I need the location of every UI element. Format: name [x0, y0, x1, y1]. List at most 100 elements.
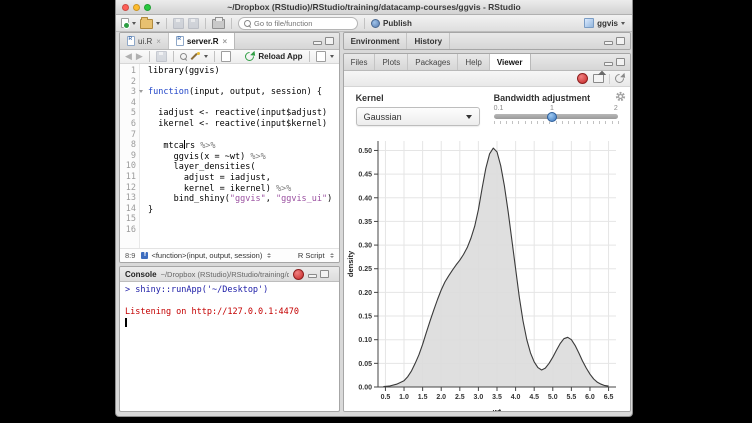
console-line: Listening on http://127.0.0.1:4470 [125, 307, 339, 318]
pane-buttons [313, 33, 334, 49]
code-token: %>% [276, 184, 291, 194]
line-number: 9 [120, 151, 136, 162]
x-tick-label: 3.5 [492, 394, 502, 401]
envtab-history[interactable]: History [407, 33, 450, 49]
kernel-select[interactable]: Gaussian [356, 107, 480, 126]
ftab-help[interactable]: Help [458, 54, 489, 70]
viewer-content: Kernel Gaussian Bandwidth adjustment [344, 87, 630, 411]
updown-icon [330, 253, 334, 258]
y-tick-label: 0.35 [358, 219, 372, 226]
minimize-pane-icon[interactable] [308, 274, 317, 278]
code-lines: library(ggvis) function(input, output, s… [140, 64, 339, 248]
close-icon[interactable]: × [156, 37, 161, 46]
tab-label: Environment [351, 37, 400, 46]
toolbar-separator [364, 18, 365, 29]
save-button[interactable] [173, 18, 184, 29]
stop-icon[interactable] [293, 269, 304, 280]
x-tick-label: 5.5 [566, 394, 576, 401]
line-number: 3 [120, 87, 136, 98]
x-tick-label: 5.0 [547, 394, 557, 401]
chevron-down-icon [466, 115, 472, 119]
envtab-environment[interactable]: Environment [344, 33, 408, 49]
goto-file-function-input[interactable] [254, 19, 352, 28]
maximize-pane-icon[interactable] [616, 58, 625, 66]
refresh-viewer-icon[interactable] [613, 72, 626, 85]
project-cube-icon [584, 18, 594, 28]
maximize-pane-icon[interactable] [325, 37, 334, 45]
line-number: 12 [120, 183, 136, 194]
publish-icon [371, 19, 380, 28]
compile-report-icon[interactable] [221, 51, 231, 62]
find-replace-icon[interactable] [180, 53, 187, 60]
ftab-viewer[interactable]: Viewer [490, 54, 531, 70]
main-toolbar: Publish ggvis [116, 15, 632, 32]
code-tools-wand-icon[interactable] [191, 52, 200, 61]
slider-tick [599, 121, 600, 124]
code-line: ggvis(x = ~wt) %>% [148, 152, 339, 163]
slider-tick [531, 121, 532, 124]
x-tick-label: 1.5 [417, 394, 427, 401]
maximize-pane-icon[interactable] [616, 37, 625, 45]
tab-label: server.R [187, 37, 219, 46]
console-output[interactable]: > shiny::runApp('~/Desktop') Listening o… [120, 282, 339, 411]
fold-caret-icon[interactable] [139, 90, 143, 93]
close-icon[interactable]: × [223, 37, 228, 46]
cursor-position: 8:9 [125, 251, 135, 260]
chevron-down-icon [156, 22, 160, 25]
goto-file-function-box[interactable] [238, 17, 358, 30]
ftab-plots[interactable]: Plots [375, 54, 408, 70]
reload-app-button[interactable]: Reload App [258, 52, 302, 61]
save-all-button[interactable] [188, 18, 199, 29]
code-token: "ggvis" [230, 194, 266, 204]
etab-ui-r[interactable]: ui.R× [120, 33, 169, 49]
bandwidth-slider[interactable]: 0.1 1 2 [494, 105, 618, 127]
project-menu-button[interactable]: ggvis [584, 18, 625, 28]
code-editor[interactable]: 12345678910111213141516 library(ggvis) f… [120, 64, 339, 248]
slider-tick [562, 121, 563, 124]
x-tick-label: 3.0 [473, 394, 483, 401]
tab-label: Files [351, 58, 368, 67]
new-file-button[interactable] [121, 18, 136, 28]
code-line: library(ggvis) [148, 66, 339, 77]
stop-app-icon[interactable] [577, 73, 588, 84]
code-token: kernel = ikernel) [148, 184, 276, 194]
slider-handle[interactable] [547, 112, 557, 122]
code-line: } [148, 205, 339, 216]
back-arrow-icon[interactable]: ◀ [125, 52, 132, 61]
minimize-pane-icon[interactable] [313, 41, 322, 45]
etab-server-r[interactable]: server.R × [169, 33, 235, 49]
scope-selector[interactable]: f <function>(input, output, session) [141, 251, 271, 260]
code-token: ggvis(x = ~wt) [148, 152, 250, 162]
reload-app-icon [244, 50, 257, 63]
density-area [383, 148, 608, 387]
kernel-label: Kernel [356, 93, 480, 103]
open-in-new-window-icon[interactable] [593, 74, 604, 83]
publish-button[interactable]: Publish [371, 19, 412, 28]
maximize-pane-icon[interactable] [320, 270, 329, 278]
doc-type-selector[interactable]: R Script [298, 251, 334, 260]
ftab-files[interactable]: Files [344, 54, 376, 70]
minimize-pane-icon[interactable] [604, 62, 613, 66]
r-file-icon [176, 36, 184, 46]
run-options-icon[interactable] [316, 51, 326, 62]
screenshot-stage: ~/Dropbox (RStudio)/RStudio/training/dat… [0, 0, 752, 423]
save-document-button[interactable] [156, 51, 167, 62]
line-number: 8 [120, 140, 136, 151]
ftab-packages[interactable]: Packages [408, 54, 458, 70]
print-button[interactable] [212, 19, 225, 29]
open-file-button[interactable] [140, 17, 160, 29]
files-pane: Files PlotsPackagesHelpViewer [343, 53, 631, 412]
slider-track[interactable] [494, 114, 618, 119]
line-number: 6 [120, 119, 136, 130]
minimize-pane-icon[interactable] [604, 41, 613, 45]
console-working-directory: ~/Dropbox (RStudio)/RStudio/training/dat… [161, 270, 289, 279]
console-cursor-line [125, 318, 339, 331]
toolbar-separator [173, 51, 174, 62]
new-file-icon [121, 18, 129, 28]
x-tick-label: 4.5 [529, 394, 539, 401]
slider-labels: 0.1 1 2 [494, 105, 618, 113]
code-token: layer_densities( [148, 162, 255, 172]
code-line: kernel = ikernel) %>% [148, 184, 339, 195]
forward-arrow-icon[interactable]: ▶ [136, 52, 143, 61]
code-line: mtcars %>% [148, 140, 339, 152]
